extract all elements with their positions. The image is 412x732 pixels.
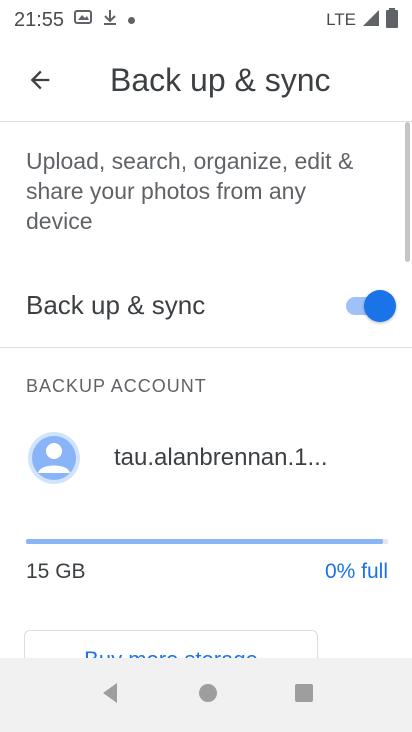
- toggle-thumb: [364, 290, 396, 322]
- account-name: tau.alanbrennan.1...: [114, 444, 328, 471]
- status-right: LTE: [326, 7, 398, 33]
- account-avatar-icon: [26, 430, 82, 486]
- back-button[interactable]: [0, 40, 80, 120]
- arrow-back-icon: [30, 70, 50, 90]
- backup-account-heading: BACKUP ACCOUNT: [26, 376, 207, 396]
- nav-back-icon[interactable]: [97, 680, 123, 711]
- status-bar: 21:55 LTE: [0, 0, 412, 40]
- nav-home-icon[interactable]: [197, 682, 219, 709]
- status-left: 21:55: [14, 8, 136, 32]
- backup-sync-toggle[interactable]: [340, 288, 396, 322]
- storage-row: 15 GB 0% full: [26, 560, 388, 584]
- backup-sync-row[interactable]: Back up & sync: [26, 282, 396, 328]
- network-type: LTE: [326, 10, 356, 29]
- header-divider: [0, 121, 412, 122]
- status-time: 21:55: [14, 8, 65, 31]
- battery-icon: [386, 7, 398, 33]
- download-icon: [102, 8, 118, 32]
- nav-recents-icon[interactable]: [293, 682, 315, 709]
- backup-sync-label: Back up & sync: [26, 289, 206, 320]
- page-title: Back up & sync: [110, 61, 331, 98]
- system-nav-bar: [0, 658, 412, 732]
- signal-icon: [362, 9, 380, 32]
- app-bar: Back up & sync: [0, 40, 412, 120]
- storage-bar-fill: [26, 539, 383, 544]
- backup-account-row[interactable]: tau.alanbrennan.1...: [26, 428, 386, 488]
- notification-dot-icon: [128, 16, 136, 24]
- storage-total: 15 GB: [26, 560, 86, 583]
- section-divider: [0, 347, 412, 348]
- media-icon: [74, 8, 93, 32]
- scrollbar[interactable]: [405, 122, 410, 262]
- backup-description: Upload, search, organize, edit & share y…: [26, 148, 354, 234]
- storage-used: 0% full: [324, 560, 388, 583]
